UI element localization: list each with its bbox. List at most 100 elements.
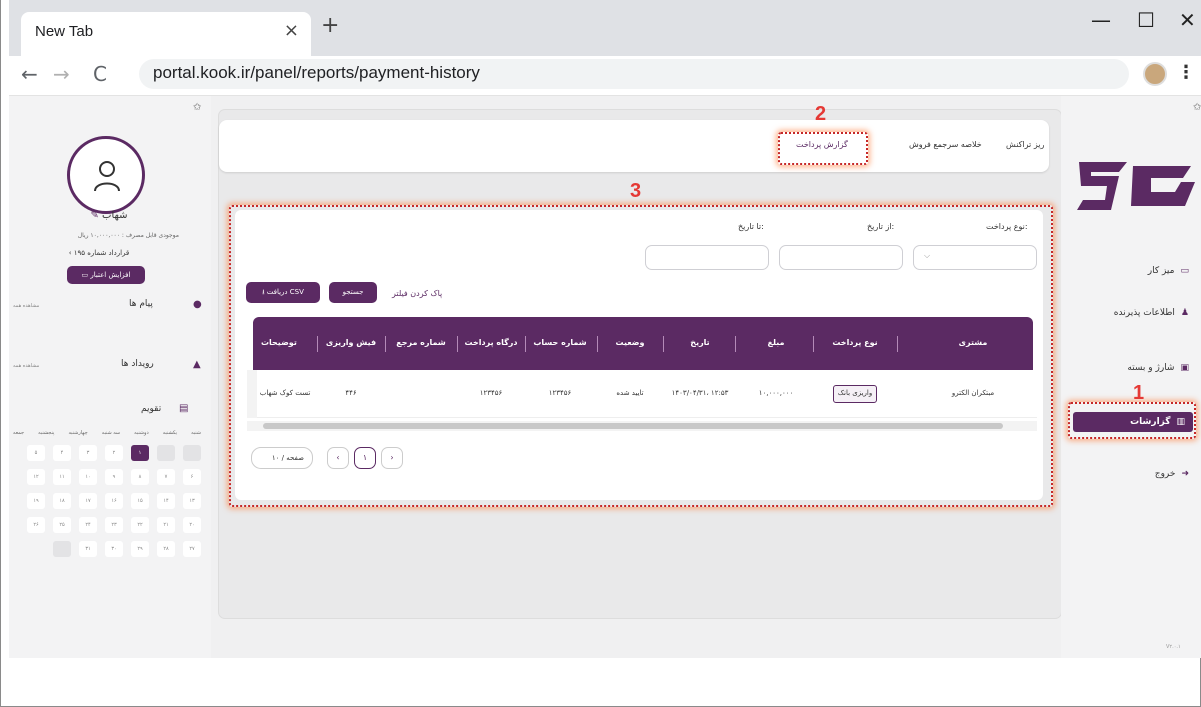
column-account-number[interactable]: شماره حساب — [527, 317, 593, 370]
credit-text: موجودی قابل مصرف : ۱۰,۰۰۰,۰۰۰ ریال — [77, 232, 179, 239]
page-1-button[interactable]: ۱ — [354, 447, 376, 469]
user-edit-icon[interactable]: ✎ — [90, 210, 102, 221]
calendar-day[interactable]: ۱۳ — [183, 493, 201, 509]
vertical-scrollbar[interactable] — [247, 370, 257, 418]
from-date-input[interactable] — [779, 245, 903, 270]
calendar-day[interactable]: ۹ — [105, 469, 123, 485]
calendar-day[interactable]: ۴ — [53, 445, 71, 461]
tab-title: New Tab — [35, 23, 94, 40]
calendar-day[interactable]: ۱۶ — [105, 493, 123, 509]
horizontal-scrollbar[interactable] — [247, 421, 1037, 431]
column-gateway[interactable]: درگاه پرداخت — [459, 317, 523, 370]
page-size-select[interactable]: ۱۰ / صفحه — [251, 447, 313, 469]
column-status[interactable]: وضعیت — [599, 317, 661, 370]
close-tab-icon[interactable]: × — [284, 20, 299, 41]
calendar-day[interactable]: ۱ — [131, 445, 149, 461]
csv-download-button[interactable]: ⭳ دریافت CSV — [246, 282, 320, 303]
column-reference[interactable]: شماره مرجع — [387, 317, 455, 370]
contract-link[interactable]: ‹ قرارداد شماره ۱۹۵ — [29, 249, 169, 257]
nav-merchant-info[interactable]: ♟ اطلاعات پذیرنده — [1067, 303, 1197, 323]
tab-transaction-details[interactable]: ریز تراکنش — [1006, 140, 1044, 149]
column-divider — [525, 336, 526, 352]
calendar-weekdays: شنبه یکشنبه دوشنبه سه شنبه چهارشنبه پنجشنبه جم… — [9, 430, 205, 436]
window-close-icon[interactable]: ✕ — [1179, 8, 1196, 32]
browser-menu-icon[interactable]: ⋮ — [1177, 62, 1195, 83]
events-see-all[interactable]: مشاهده همه — [13, 363, 39, 369]
column-date[interactable]: تاریخ — [665, 317, 735, 370]
calendar-day[interactable]: ۳۱ — [79, 541, 97, 557]
calendar-day[interactable]: ۱۲ — [27, 469, 45, 485]
nav-logout[interactable]: ➜ خروج — [1067, 464, 1197, 484]
calendar-day[interactable]: ۲۷ — [183, 541, 201, 557]
calendar-day[interactable]: ۱۸ — [53, 493, 71, 509]
calendar-day[interactable]: ۱۱ — [53, 469, 71, 485]
messages-see-all[interactable]: مشاهده همه — [13, 303, 39, 309]
cell-reference — [387, 370, 455, 418]
calendar-day[interactable]: ۲۳ — [105, 517, 123, 533]
calendar-day[interactable]: ۲۵ — [53, 517, 71, 533]
to-date-input[interactable] — [645, 245, 769, 270]
cell-description: تست کوک شهاب — [259, 389, 311, 398]
calendar-day[interactable]: ۱۹ — [27, 493, 45, 509]
column-payment-type[interactable]: نوع پرداخت — [815, 317, 895, 370]
back-icon[interactable]: ← — [21, 62, 38, 86]
tab-sales-summary[interactable]: خلاصه سرجمع فروش — [909, 140, 982, 149]
calendar-day[interactable]: ۱۷ — [79, 493, 97, 509]
annotation-2: 2 — [815, 103, 827, 125]
nav-charge-package[interactable]: ▣ شارژ و بسته — [1067, 358, 1197, 378]
prev-page-button[interactable]: ‹ — [327, 447, 349, 469]
reload-icon[interactable]: C — [93, 62, 107, 86]
cell-amount: ۱۰,۰۰۰,۰۰۰ — [758, 389, 794, 398]
profile-avatar[interactable] — [1143, 62, 1167, 86]
tab-payment-report[interactable]: گزارش پرداخت — [796, 140, 848, 149]
column-customer[interactable]: مشتری — [913, 317, 1033, 370]
column-divider — [897, 336, 898, 352]
package-icon: ▣ — [1180, 363, 1189, 373]
nav-charge-package-label: شارژ و بسته — [1127, 363, 1175, 373]
forward-icon[interactable]: → — [53, 62, 70, 86]
url-text: portal.kook.ir/panel/reports/payment-his… — [153, 63, 480, 82]
clear-filter-link[interactable]: پاک کردن فیلتر — [392, 289, 442, 298]
browser-tab[interactable]: New Tab × — [21, 12, 311, 56]
calendar-day[interactable]: ۷ — [157, 469, 175, 485]
url-box[interactable]: portal.kook.ir/panel/reports/payment-his… — [139, 59, 1129, 89]
calendar-day[interactable]: ۲۸ — [157, 541, 175, 557]
column-description[interactable]: توضیحات — [253, 317, 315, 370]
scrollbar-thumb[interactable] — [263, 423, 1003, 429]
contract-text: قرارداد شماره ۱۹۵ — [73, 249, 130, 257]
payment-type-select[interactable]: ⌵ — [913, 245, 1037, 270]
calendar-day[interactable]: ۸ — [131, 469, 149, 485]
maximize-icon[interactable]: ☐ — [1137, 8, 1155, 32]
calendar-day[interactable]: ۲ — [105, 445, 123, 461]
browser-window: New Tab × + — ☐ ✕ ← → C portal.kook.ir/p… — [0, 0, 1201, 707]
calendar-day[interactable]: ۱۰ — [79, 469, 97, 485]
bell-icon: ▲ — [193, 359, 201, 370]
column-receipt[interactable]: فیش واریزی — [319, 317, 383, 370]
messages-title: پیام ها — [129, 299, 153, 309]
search-button[interactable]: جستجو — [329, 282, 377, 303]
calendar-day[interactable]: ۳ — [79, 445, 97, 461]
new-tab-icon[interactable]: + — [321, 13, 339, 38]
calendar-day[interactable]: ۱۴ — [157, 493, 175, 509]
column-amount[interactable]: مبلغ — [741, 317, 811, 370]
nav-logout-label: خروج — [1154, 469, 1176, 479]
nav-reports-label: گزارشات — [1130, 417, 1171, 427]
next-page-button[interactable]: › — [381, 447, 403, 469]
calendar-day[interactable]: ۲۰ — [183, 517, 201, 533]
calendar-day[interactable]: ۲۴ — [79, 517, 97, 533]
calendar-day[interactable]: ۲۶ — [27, 517, 45, 533]
pin-icon[interactable]: ✩ — [193, 102, 201, 113]
calendar-day[interactable]: ۲۲ — [131, 517, 149, 533]
increase-credit-button[interactable]: ▭ افزایش اعتبار — [67, 266, 145, 284]
calendar-day[interactable]: ۲۹ — [131, 541, 149, 557]
nav-reports[interactable]: ▥ گزارشات — [1073, 412, 1193, 432]
minimize-icon[interactable]: — — [1091, 8, 1111, 32]
pin-icon[interactable]: ✩ — [1193, 102, 1201, 113]
calendar-day[interactable]: ۲۱ — [157, 517, 175, 533]
calendar-day[interactable]: ۵ — [27, 445, 45, 461]
calendar-day[interactable]: ۱۵ — [131, 493, 149, 509]
calendar-day[interactable]: ۶ — [183, 469, 201, 485]
nav-dashboard[interactable]: ▭ میز کار — [1067, 261, 1197, 281]
table-row[interactable]: مبتکران الکترو واریزی بانک ۱۰,۰۰۰,۰۰۰ ۱۴… — [247, 370, 1037, 418]
calendar-day[interactable]: ۳۰ — [105, 541, 123, 557]
